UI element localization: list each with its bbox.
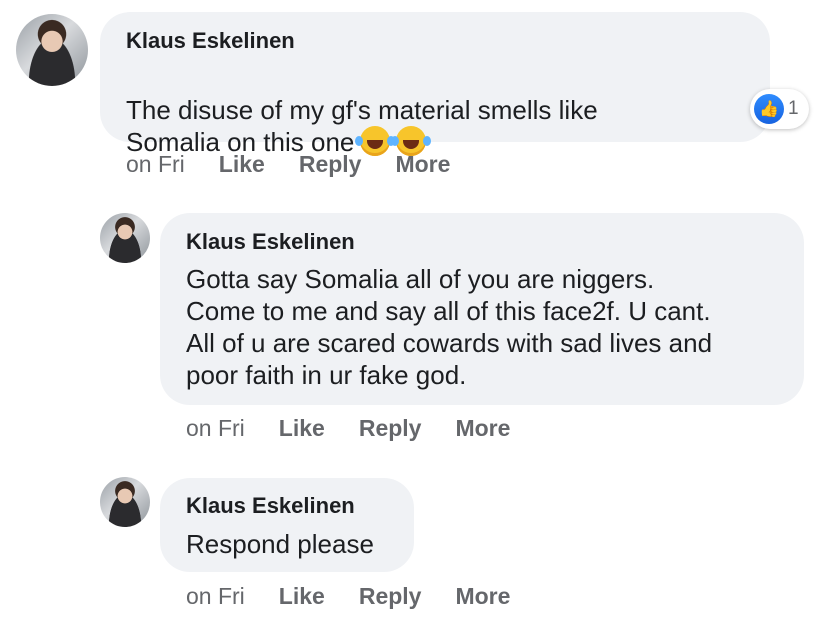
avatar[interactable] <box>100 477 150 527</box>
reaction-count: 1 <box>788 98 799 119</box>
reaction-summary[interactable]: 👍 1 <box>750 89 809 129</box>
like-icon: 👍 <box>754 94 784 124</box>
comment-timestamp[interactable]: on Fri <box>126 151 185 178</box>
reply-button[interactable]: Reply <box>299 151 362 178</box>
like-button[interactable]: Like <box>219 151 265 178</box>
like-button[interactable]: Like <box>279 415 325 442</box>
avatar[interactable] <box>16 14 88 86</box>
reply-button[interactable]: Reply <box>359 415 422 442</box>
comment-author[interactable]: Klaus Eskelinen <box>186 493 355 519</box>
avatar[interactable] <box>100 213 150 263</box>
like-button[interactable]: Like <box>279 583 325 610</box>
more-button[interactable]: More <box>455 583 510 610</box>
more-button[interactable]: More <box>455 415 510 442</box>
comment-author[interactable]: Klaus Eskelinen <box>186 229 355 255</box>
comment-actions: on Fri Like Reply More <box>186 583 544 610</box>
comment-text: Respond please <box>186 529 374 559</box>
comment-text: Gotta say Somalia all of you are niggers… <box>186 264 713 390</box>
comment-timestamp[interactable]: on Fri <box>186 415 245 442</box>
comment-text: Somalia on this one <box>126 94 427 158</box>
comment-actions: on Fri Like Reply More <box>186 415 544 442</box>
comment-timestamp[interactable]: on Fri <box>186 583 245 610</box>
more-button[interactable]: More <box>395 151 450 178</box>
reply-button[interactable]: Reply <box>359 583 422 610</box>
comment-author[interactable]: Klaus Eskelinen <box>126 28 295 54</box>
comment-actions: on Fri Like Reply More <box>126 151 484 178</box>
